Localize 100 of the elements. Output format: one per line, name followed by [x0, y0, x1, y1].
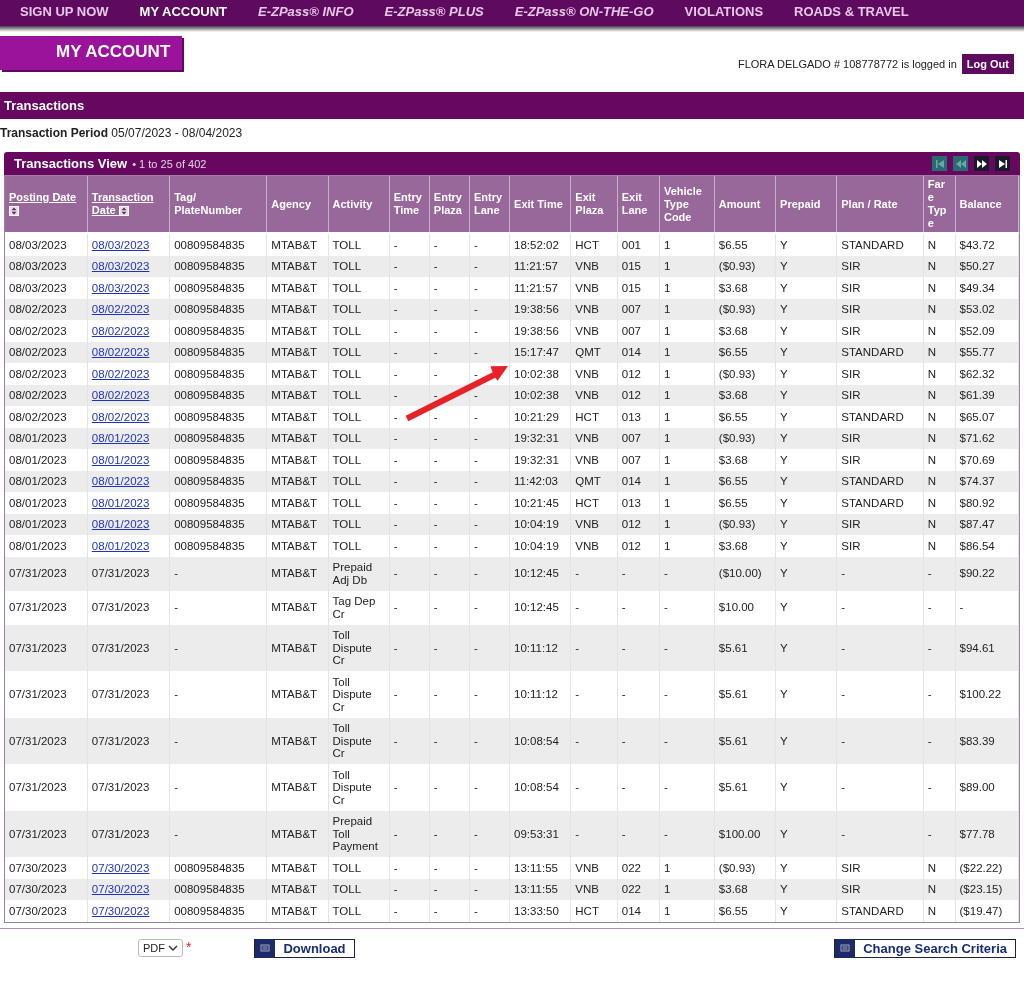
- table-cell: -: [389, 900, 430, 922]
- table-cell: MTAB&T: [266, 233, 329, 256]
- last-page-button[interactable]: [995, 156, 1010, 171]
- date-link[interactable]: 08/02/2023: [91, 410, 150, 423]
- nav-link[interactable]: E-ZPass® INFO: [258, 3, 354, 19]
- table-cell: -: [389, 857, 430, 879]
- table-cell: SIR: [836, 449, 924, 471]
- table-cell: -: [469, 233, 510, 256]
- caret-icon: [168, 944, 178, 952]
- date-link[interactable]: 07/30/2023: [91, 904, 150, 917]
- table-cell: Y: [775, 590, 837, 625]
- download-button[interactable]: Download: [254, 938, 355, 958]
- date-link[interactable]: 08/01/2023: [91, 432, 150, 444]
- table-cell: -: [659, 556, 715, 591]
- user-status: FLORA DELGADO # 108778772 is logged in: [737, 58, 957, 70]
- table-cell: 1: [659, 900, 715, 922]
- table-cell: TOLL: [328, 363, 390, 385]
- nav-link[interactable]: E-ZPass® ON-THE-GO: [514, 3, 654, 19]
- table-cell: 10:04:19: [509, 535, 571, 557]
- table-cell: -: [923, 556, 955, 591]
- table-cell: 012: [617, 363, 660, 385]
- table-cell: VNB: [570, 277, 618, 299]
- table-cell: TOLL: [328, 233, 390, 256]
- nav-link[interactable]: SIGN UP NOW: [20, 3, 109, 19]
- nav-link[interactable]: E-ZPass® PLUS: [384, 3, 484, 19]
- next-page-button[interactable]: [974, 156, 989, 171]
- date-link[interactable]: 08/02/2023: [91, 324, 150, 337]
- format-select[interactable]: PDF: [138, 939, 183, 957]
- table-cell: STANDARD: [836, 492, 924, 514]
- table-cell: N: [923, 277, 955, 299]
- table-cell: 1: [659, 406, 715, 428]
- table-cell: -: [389, 277, 430, 299]
- table-cell: $90.22: [955, 556, 1019, 591]
- table-cell: MTAB&T: [266, 320, 329, 342]
- column-header: Vehicle Type Code: [659, 176, 715, 233]
- date-link[interactable]: 08/01/2023: [91, 475, 150, 487]
- nav-link[interactable]: ROADS & TRAVEL: [794, 3, 909, 19]
- date-link[interactable]: 08/02/2023: [91, 389, 150, 401]
- date-link[interactable]: 08/02/2023: [91, 346, 150, 358]
- table-cell: SIR: [836, 535, 924, 557]
- table-cell: 08/02/2023: [5, 363, 88, 385]
- date-link[interactable]: 08/03/2023: [91, 260, 150, 272]
- change-search-button[interactable]: Change Search Criteria: [834, 938, 1016, 958]
- table-cell: -: [836, 556, 924, 591]
- table-cell: 07/31/2023: [87, 671, 170, 718]
- table-cell: N: [923, 363, 955, 385]
- table-cell: -: [429, 233, 470, 256]
- nav-link[interactable]: MY ACCOUNT: [139, 3, 227, 19]
- table-cell: 08/02/2023: [5, 406, 88, 428]
- table-cell: -: [469, 590, 510, 625]
- record-range: • 1 to 25 of 402: [132, 157, 207, 170]
- table-cell: MTAB&T: [266, 449, 329, 471]
- table-cell: MTAB&T: [266, 535, 329, 557]
- table-cell: -: [429, 492, 470, 514]
- table-cell: -: [469, 857, 510, 879]
- date-link[interactable]: 07/30/2023: [91, 883, 150, 895]
- date-link[interactable]: 08/03/2023: [91, 238, 150, 251]
- table-cell: -: [836, 590, 924, 625]
- list-icon: [260, 943, 271, 953]
- table-cell: 08/03/2023: [5, 277, 88, 299]
- table-cell: -: [570, 556, 618, 591]
- rewind-icon: [955, 158, 966, 169]
- table-cell: -: [617, 764, 660, 811]
- date-link[interactable]: 07/30/2023: [91, 861, 150, 874]
- table-cell: $52.09: [955, 320, 1019, 342]
- table-cell: -: [429, 590, 470, 625]
- logout-button[interactable]: Log Out: [961, 54, 1014, 74]
- table-cell: 07/31/2023: [87, 590, 170, 625]
- table-cell: 1: [659, 449, 715, 471]
- date-link[interactable]: 08/01/2023: [91, 539, 150, 552]
- table-cell: Y: [775, 449, 837, 471]
- date-link[interactable]: 08/01/2023: [91, 496, 150, 509]
- table-cell: N: [923, 535, 955, 557]
- table-cell: -: [923, 590, 955, 625]
- table-cell: 07/31/2023: [87, 556, 170, 591]
- table-cell: -: [169, 764, 267, 811]
- table-cell: -: [429, 277, 470, 299]
- table-cell: Y: [775, 900, 837, 922]
- table-cell: 10:12:45: [509, 556, 571, 591]
- table-cell: -: [570, 671, 618, 718]
- table-cell: TOLL: [328, 535, 390, 557]
- nav-link[interactable]: VIOLATIONS: [684, 3, 764, 19]
- date-link[interactable]: 08/03/2023: [91, 281, 150, 294]
- date-link[interactable]: 08/01/2023: [91, 453, 150, 466]
- table-cell: SIR: [836, 277, 924, 299]
- date-link[interactable]: 08/02/2023: [91, 367, 150, 380]
- table-cell: -: [469, 556, 510, 591]
- view-title: Transactions View: [14, 156, 128, 171]
- table-cell: -: [469, 671, 510, 718]
- table-cell: $89.00: [955, 764, 1019, 811]
- table-cell: -: [469, 492, 510, 514]
- table-cell: $49.34: [955, 277, 1019, 299]
- date-link[interactable]: 08/02/2023: [91, 303, 150, 315]
- table-cell: ($19.47): [955, 900, 1019, 922]
- table-cell: -: [570, 590, 618, 625]
- table-cell: MTAB&T: [266, 671, 329, 718]
- table-cell: -: [429, 900, 470, 922]
- date-link[interactable]: 08/01/2023: [91, 518, 150, 530]
- table-cell: 00809584835: [169, 857, 267, 879]
- table-cell: N: [923, 492, 955, 514]
